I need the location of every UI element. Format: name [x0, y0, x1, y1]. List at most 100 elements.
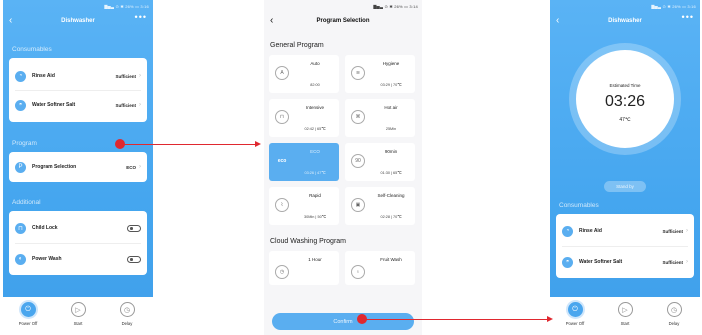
program-name: ECO — [310, 149, 320, 154]
self-cleaning-icon: ▣ — [351, 198, 365, 212]
delay-label: Delay — [121, 321, 133, 326]
rinse-aid-icon: ◔ — [562, 225, 573, 237]
program-card-intensive[interactable]: ⊓ Intensive 02:42 | 65℃ — [269, 99, 339, 137]
chevron-right-icon: › — [139, 102, 141, 108]
annotation-arrow-line — [366, 319, 548, 320]
bottom-action-bar: ⏻ Power Off ▷ Start ◷ Delay — [3, 297, 153, 335]
program-name: Fruit Wash — [380, 257, 402, 262]
divider — [15, 90, 141, 91]
standby-status: Stand by — [604, 181, 646, 192]
dishwasher-home-screen: ▇▅▃ ⊙ ✱ 26% ▭ 3:16 ‹ Dishwasher ••• Cons… — [3, 0, 153, 335]
annotation-arrow-head — [547, 316, 553, 322]
program-card-1-hour[interactable]: ◷ 1 Hour — [269, 251, 339, 285]
power-off-label: Power Off — [565, 321, 585, 326]
program-name: Rapid — [309, 193, 321, 198]
softener-status: Sufficient — [662, 259, 683, 265]
page-title: Dishwasher — [61, 18, 95, 24]
rinse-aid-row[interactable]: ◔ Rinse Aid Sufficient › — [9, 63, 147, 89]
child-lock-label: Child Lock — [32, 225, 58, 231]
program-card-90min[interactable]: 90 90min 01:30 | 65℃ — [345, 143, 415, 181]
progress-dial: Estimated Time 03:26 47℃ — [576, 50, 674, 148]
softener-label: Water Softner Salt — [579, 259, 623, 265]
program-card-rapid[interactable]: ⌇ Rapid 30Min | 50℃ — [269, 187, 339, 225]
program-info: 01:30 | 65℃ — [380, 171, 402, 175]
program-name: Self-Cleaning — [377, 193, 405, 198]
general-program-heading: General Program — [270, 42, 324, 49]
softener-icon: ◓ — [15, 99, 26, 111]
more-icon[interactable]: ••• — [135, 12, 147, 22]
bottom-action-bar: ⏻ Power Off ▷ Start ◷ Delay — [550, 297, 700, 335]
softener-row[interactable]: ◓ Water Softner Salt Sufficient › — [9, 92, 147, 118]
program-info: 25Min — [385, 127, 397, 131]
chevron-right-icon: › — [686, 228, 688, 234]
program-info: 82:00 — [310, 83, 320, 87]
chevron-right-icon: › — [686, 259, 688, 265]
softener-row[interactable]: ◓ Water Softner Salt Sufficient › — [556, 249, 694, 275]
program-card-hot-air[interactable]: ⌘ Hot air 25Min — [345, 99, 415, 137]
status-bar: ▇▅▃ ⊙ ✱ 26% ▭ 3:16 — [651, 4, 696, 9]
rinse-aid-row[interactable]: ◔ Rinse Aid Sufficient › — [556, 218, 694, 244]
estimated-time-value: 03:26 — [604, 93, 646, 110]
softener-status: Sufficient — [115, 102, 136, 108]
cloud-washing-heading: Cloud Washing Program — [270, 238, 346, 245]
lock-icon: ⊓ — [15, 222, 26, 234]
program-label: Program — [12, 140, 37, 147]
chevron-right-icon: › — [139, 164, 141, 170]
program-card-self-cleaning[interactable]: ▣ Self-Cleaning 02:28 | 70℃ — [345, 187, 415, 225]
status-bar: ▇▅▃ ⊙ ✱ 26% ▭ 3:14 — [373, 4, 418, 9]
program-card-fruit-wash[interactable]: ♁ Fruit Wash — [345, 251, 415, 285]
start-label: Start — [620, 321, 630, 326]
program-card-eco[interactable]: eco ECO 03:26 | 47℃ — [269, 143, 339, 181]
program-card: P Program Selection ECO › — [9, 152, 147, 182]
annotation-arrow-head — [255, 141, 261, 147]
power-wash-toggle[interactable] — [127, 255, 141, 263]
power-off-button[interactable]: ⏻ Power Off — [560, 302, 590, 326]
delay-button[interactable]: ◷ Delay — [659, 302, 689, 326]
program-info: 02:42 | 65℃ — [304, 127, 326, 131]
softener-icon: ◓ — [562, 256, 573, 268]
chevron-right-icon: › — [139, 73, 141, 79]
divider — [562, 246, 688, 247]
confirm-button[interactable]: Confirm — [272, 313, 414, 330]
power-off-label: Power Off — [18, 321, 38, 326]
start-button[interactable]: ▷ Start — [63, 302, 93, 326]
additional-card: ⊓ Child Lock ◐ Power Wash — [9, 211, 147, 275]
program-name: 90min — [384, 149, 398, 154]
timer-90-icon: 90 — [351, 154, 365, 168]
program-name: Hygiene — [382, 61, 400, 66]
program-selection-value: ECO — [126, 164, 136, 170]
temperature-value: 47℃ — [619, 117, 631, 123]
consumables-label: Consumables — [12, 46, 52, 53]
divider — [15, 243, 141, 244]
power-off-button[interactable]: ⏻ Power Off — [13, 302, 43, 326]
consumables-card: ◔ Rinse Aid Sufficient › ◓ Water Softner… — [556, 214, 694, 278]
start-button[interactable]: ▷ Start — [610, 302, 640, 326]
child-lock-row: ⊓ Child Lock — [9, 215, 147, 241]
eco-icon: eco — [277, 158, 287, 164]
program-card-hygiene[interactable]: ≋ Hygiene 03:29 | 70℃ — [345, 55, 415, 93]
program-info: 02:28 | 70℃ — [380, 215, 402, 219]
program-selection-screen: ▇▅▃ ⊙ ✱ 26% ▭ 3:14 ‹ Program Selection G… — [264, 0, 422, 335]
program-name: Auto — [310, 61, 320, 66]
program-selection-row[interactable]: P Program Selection ECO › — [9, 154, 147, 180]
page-title: Program Selection — [316, 18, 370, 24]
program-name: Intensive — [305, 105, 324, 110]
program-info: 03:29 | 70℃ — [380, 83, 402, 87]
consumables-label: Consumables — [559, 202, 599, 209]
status-bar: ▇▅▃ ⊙ ✱ 26% ▭ 3:16 — [104, 4, 149, 9]
power-icon: ⏻ — [20, 302, 36, 317]
hot-air-icon: ⌘ — [351, 110, 365, 124]
program-name: 1 Hour — [308, 257, 322, 262]
delay-button[interactable]: ◷ Delay — [112, 302, 142, 326]
more-icon[interactable]: ••• — [682, 12, 694, 22]
rinse-aid-label: Rinse Aid — [32, 73, 55, 79]
rapid-icon: ⌇ — [275, 198, 289, 212]
dishwasher-running-screen: ▇▅▃ ⊙ ✱ 26% ▭ 3:16 ‹ Dishwasher ••• Esti… — [550, 0, 700, 335]
start-label: Start — [73, 321, 83, 326]
child-lock-toggle[interactable] — [127, 224, 141, 232]
annotation-arrow-line — [124, 144, 256, 145]
power-wash-icon: ◐ — [15, 253, 26, 265]
consumables-card: ◔ Rinse Aid Sufficient › ◓ Water Softner… — [9, 58, 147, 122]
program-card-auto[interactable]: A Auto 82:00 — [269, 55, 339, 93]
rinse-aid-status: Sufficient — [115, 73, 136, 79]
